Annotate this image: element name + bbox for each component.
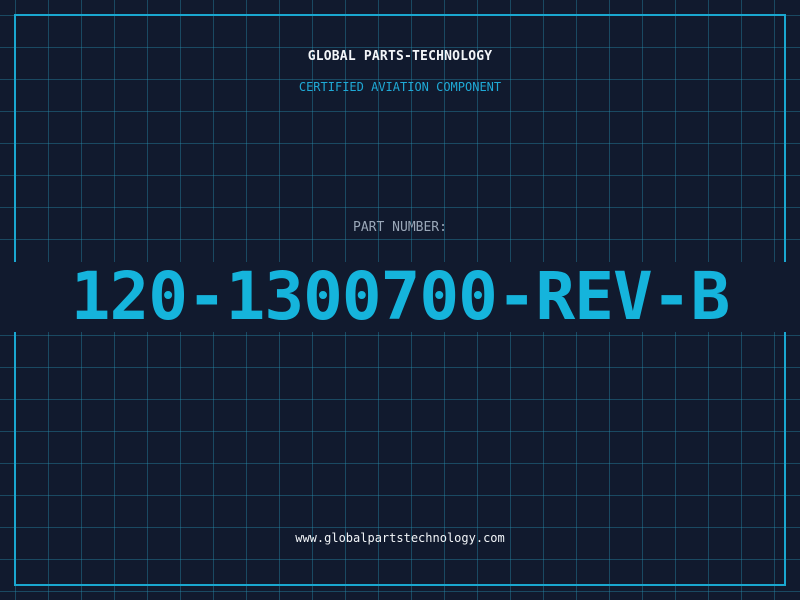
- certification-subtitle: CERTIFIED AVIATION COMPONENT: [298, 80, 502, 94]
- brand-title: GLOBAL PARTS-TECHNOLOGY: [307, 49, 493, 64]
- part-number-value: 120-1300700-REV-B: [70, 258, 731, 335]
- website-url: www.globalpartstechnology.com: [295, 531, 505, 545]
- part-number-label: PART NUMBER:: [353, 220, 447, 235]
- label-canvas: GLOBAL PARTS-TECHNOLOGY CERTIFIED AVIATI…: [0, 0, 800, 600]
